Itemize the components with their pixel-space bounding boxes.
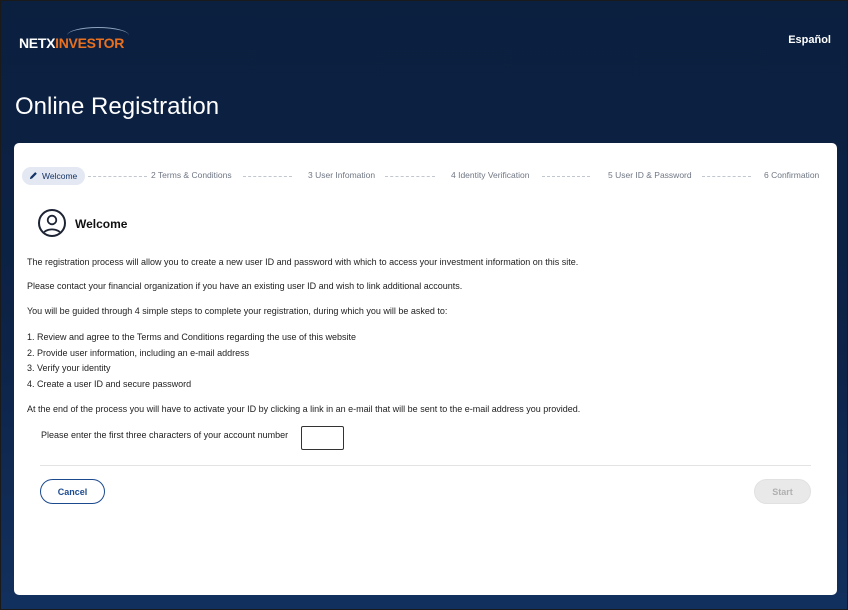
step-connector [702, 176, 751, 177]
step-connector [542, 176, 590, 177]
step-user-information: 3 User Infomation [308, 170, 376, 180]
list-item: 2. Provide user information, including a… [27, 348, 250, 358]
logo-arc [67, 27, 129, 44]
contact-paragraph: Please contact your financial organizati… [27, 281, 463, 291]
welcome-title: Welcome [75, 217, 128, 231]
activation-paragraph: At the end of the process you will have … [27, 404, 581, 414]
intro-paragraph: The registration process will allow you … [27, 257, 579, 267]
list-item: 4. Create a user ID and secure password [27, 379, 192, 389]
registration-card: Welcome 2 Terms & Conditions 3 User Info… [14, 143, 837, 595]
step-welcome: Welcome [22, 167, 86, 186]
list-item: 3. Verify your identity [27, 363, 111, 373]
step-connector [243, 176, 292, 177]
step-welcome-label: Welcome [42, 171, 78, 181]
step-confirmation: 6 Confirmation [764, 170, 820, 180]
pencil-icon [29, 168, 38, 186]
netxinvestor-logo: NETXINVESTOR [19, 27, 129, 55]
account-number-input[interactable] [301, 426, 344, 450]
step-user-id-password: 5 User ID & Password [608, 170, 692, 180]
logo-netx-text: NETX [19, 35, 56, 51]
step-terms: 2 Terms & Conditions [151, 170, 232, 180]
step-connector [88, 176, 147, 177]
steps-intro-paragraph: You will be guided through 4 simple step… [27, 306, 448, 316]
user-avatar-icon [38, 209, 66, 237]
page-title: Online Registration [15, 93, 220, 120]
app-window: NETXINVESTOR Español Online Registration… [0, 0, 848, 610]
language-link[interactable]: Español [788, 34, 831, 46]
account-number-label: Please enter the first three characters … [41, 430, 289, 440]
step-identity-verification: 4 Identity Verification [451, 170, 530, 180]
divider [40, 465, 811, 466]
list-item: 1. Review and agree to the Terms and Con… [27, 332, 357, 342]
header: NETXINVESTOR Español [1, 1, 848, 81]
progress-stepper: Welcome 2 Terms & Conditions 3 User Info… [14, 167, 837, 187]
start-button[interactable]: Start [754, 479, 811, 504]
cancel-button[interactable]: Cancel [40, 479, 105, 504]
step-connector [385, 176, 435, 177]
